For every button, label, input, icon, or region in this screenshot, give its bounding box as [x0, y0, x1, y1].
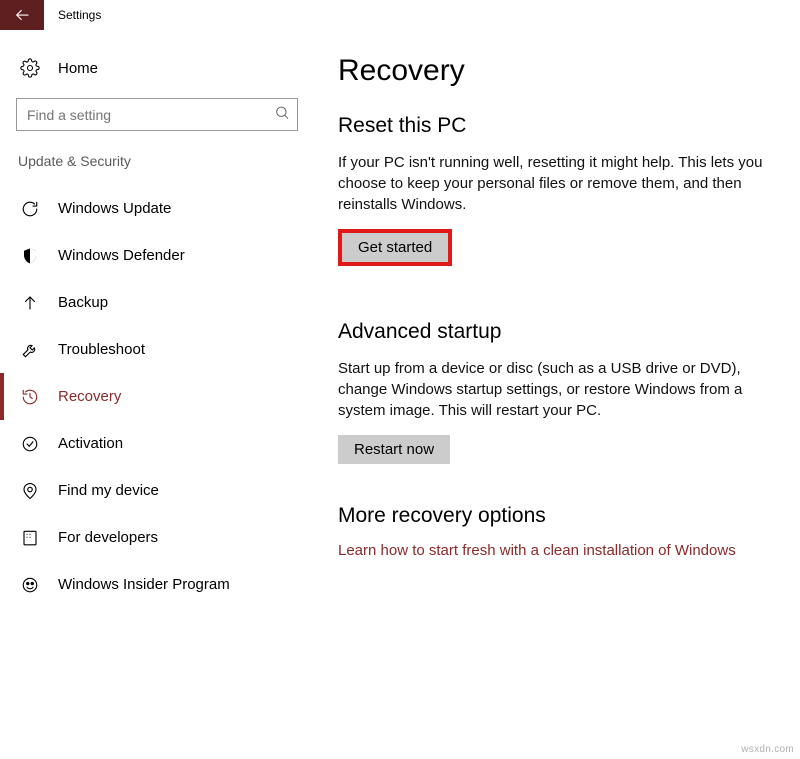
- section-description: Start up from a device or disc (such as …: [338, 358, 768, 421]
- section-more-recovery: More recovery options Learn how to start…: [338, 504, 776, 559]
- sidebar-item-for-developers[interactable]: For developers: [0, 514, 310, 561]
- sidebar-item-troubleshoot[interactable]: Troubleshoot: [0, 326, 310, 373]
- sidebar-item-windows-defender[interactable]: Windows Defender: [0, 232, 310, 279]
- section-reset-pc: Reset this PC If your PC isn't running w…: [338, 114, 776, 266]
- sidebar-item-windows-insider[interactable]: Windows Insider Program: [0, 561, 310, 608]
- insider-icon: [20, 576, 40, 594]
- sidebar-item-label: Windows Insider Program: [58, 576, 230, 593]
- sidebar: Home Update & Security Windows Update Wi…: [0, 30, 310, 759]
- shield-icon: [20, 247, 40, 265]
- watermark: wsxdn.com: [741, 744, 794, 755]
- category-label: Update & Security: [18, 153, 310, 169]
- sidebar-item-find-my-device[interactable]: Find my device: [0, 467, 310, 514]
- sidebar-item-label: Windows Defender: [58, 247, 185, 264]
- window-title: Settings: [44, 0, 101, 30]
- fresh-install-link[interactable]: Learn how to start fresh with a clean in…: [338, 542, 776, 559]
- sync-icon: [20, 200, 40, 218]
- check-circle-icon: [20, 435, 40, 453]
- section-advanced-startup: Advanced startup Start up from a device …: [338, 320, 776, 464]
- upload-icon: [20, 294, 40, 312]
- title-bar: Settings: [0, 0, 800, 30]
- sidebar-item-label: Troubleshoot: [58, 341, 145, 358]
- back-button[interactable]: [0, 0, 44, 30]
- page-title: Recovery: [338, 54, 776, 88]
- section-heading: More recovery options: [338, 504, 776, 528]
- wrench-icon: [20, 341, 40, 359]
- sidebar-item-label: For developers: [58, 529, 158, 546]
- sidebar-item-label: Find my device: [58, 482, 159, 499]
- sidebar-item-recovery[interactable]: Recovery: [0, 373, 310, 420]
- section-heading: Advanced startup: [338, 320, 776, 344]
- sidebar-item-label: Windows Update: [58, 200, 171, 217]
- restart-now-button[interactable]: Restart now: [338, 435, 450, 464]
- developer-icon: [20, 529, 40, 547]
- sidebar-item-windows-update[interactable]: Windows Update: [0, 185, 310, 232]
- arrow-left-icon: [13, 6, 31, 24]
- sidebar-item-label: Backup: [58, 294, 108, 311]
- sidebar-item-label: Activation: [58, 435, 123, 452]
- sidebar-item-backup[interactable]: Backup: [0, 279, 310, 326]
- search-container: [16, 98, 298, 131]
- sidebar-item-activation[interactable]: Activation: [0, 420, 310, 467]
- home-button[interactable]: Home: [16, 50, 310, 92]
- sidebar-item-label: Recovery: [58, 388, 121, 405]
- search-input[interactable]: [16, 98, 298, 131]
- highlight-box: Get started: [338, 229, 452, 266]
- history-icon: [20, 388, 40, 406]
- location-icon: [20, 482, 40, 500]
- home-label: Home: [58, 60, 98, 77]
- section-heading: Reset this PC: [338, 114, 776, 138]
- gear-icon: [20, 58, 40, 78]
- main-content: Recovery Reset this PC If your PC isn't …: [310, 30, 800, 759]
- section-description: If your PC isn't running well, resetting…: [338, 152, 768, 215]
- get-started-button[interactable]: Get started: [342, 233, 448, 262]
